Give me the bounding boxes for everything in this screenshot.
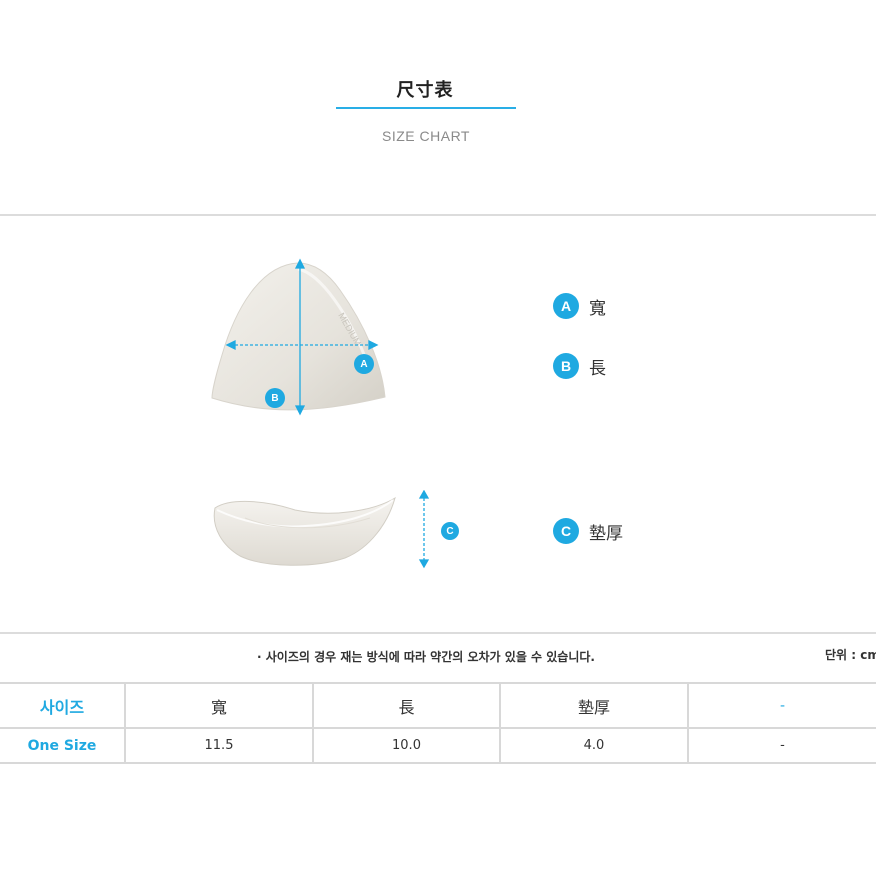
table-cell-length: 10.0 <box>314 729 501 762</box>
table-header-thickness: 墊厚 <box>501 684 689 727</box>
table-header-length: 長 <box>314 684 501 727</box>
size-table: 사이즈 寬 長 墊厚 - One Size 11.5 10.0 4.0 - <box>0 682 876 764</box>
thickness-arrow <box>418 490 430 569</box>
page-subtitle: SIZE CHART <box>382 128 470 144</box>
pad-side-view-illustration <box>213 496 396 566</box>
section-divider-top <box>0 214 876 216</box>
table-header-size: 사이즈 <box>0 684 126 727</box>
measurement-notice: · 사이즈의 경우 재는 방식에 따라 약간의 오차가 있을 수 있습니다. <box>257 650 595 664</box>
table-row: One Size 11.5 10.0 4.0 - <box>0 729 876 764</box>
table-cell-empty: - <box>780 738 785 753</box>
legend-label-b: 長 <box>589 358 606 379</box>
pad-top-view-illustration: MEDIUM <box>211 258 386 416</box>
legend-item-c: C 墊厚 <box>553 517 623 545</box>
page-title: 尺寸表 <box>396 80 454 101</box>
title-underline <box>336 107 516 109</box>
marker-a-badge: A <box>354 354 374 374</box>
table-cell-width: 11.5 <box>126 729 314 762</box>
legend-item-b: B 長 <box>553 352 606 380</box>
table-header-row: 사이즈 寬 長 墊厚 - <box>0 682 876 729</box>
legend-badge-c: C <box>553 518 579 544</box>
legend-badge-a: A <box>553 293 579 319</box>
legend-badge-b: B <box>553 353 579 379</box>
marker-b-badge: B <box>265 388 285 408</box>
legend-item-a: A 寬 <box>553 292 606 320</box>
table-cell-size: One Size <box>0 729 126 762</box>
legend-label-c: 墊厚 <box>589 523 623 544</box>
table-header-empty: - <box>779 697 786 714</box>
legend-label-a: 寬 <box>589 298 606 319</box>
section-divider-bottom <box>0 632 876 634</box>
table-header-width: 寬 <box>126 684 314 727</box>
unit-label: 단위 : cm <box>825 648 876 662</box>
table-cell-thickness: 4.0 <box>501 729 689 762</box>
marker-c-badge: C <box>441 522 459 540</box>
